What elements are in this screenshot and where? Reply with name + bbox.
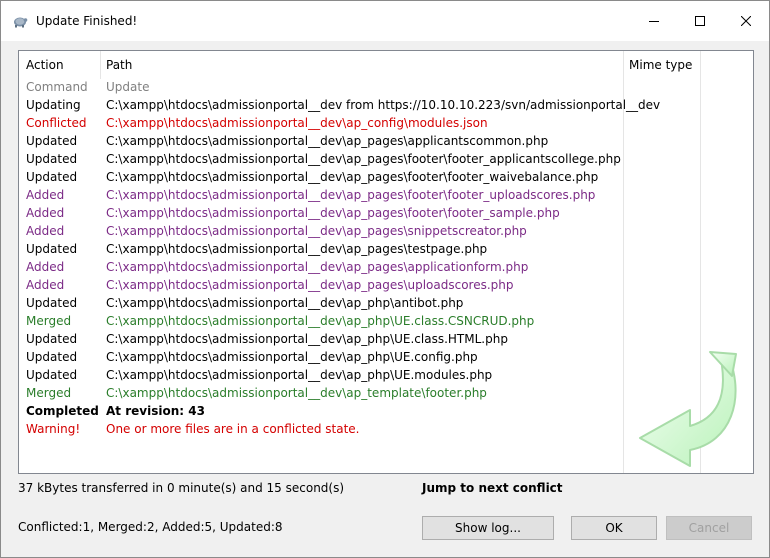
row-action: Merged [26,386,72,400]
row-path: Update [106,80,150,94]
column-divider[interactable] [623,51,624,473]
row-path: C:\xampp\htdocs\admissionportal__dev\ap_… [106,332,508,346]
show-log-button[interactable]: Show log... [422,516,554,540]
row-path: C:\xampp\htdocs\admissionportal__dev\ap_… [106,368,493,382]
ok-button[interactable]: OK [571,516,657,540]
list-item[interactable]: Merged C:\xampp\htdocs\admissionportal__d… [19,385,619,403]
list-item[interactable]: Command Update [19,79,619,97]
list-item[interactable]: Updated C:\xampp\htdocs\admissionportal__… [19,133,619,151]
list-item[interactable]: Updated C:\xampp\htdocs\admissionportal__… [19,367,619,385]
row-action: Updating [26,98,81,112]
ok-label: OK [605,521,623,535]
list-item[interactable]: Updating C:\xampp\htdocs\admissionportal_… [19,97,660,115]
row-action: Updated [26,152,78,166]
minimize-icon [649,21,659,22]
row-path: C:\xampp\htdocs\admissionportal__dev\ap_… [106,224,527,238]
row-path: C:\xampp\htdocs\admissionportal__dev\ap_… [106,242,488,256]
show-log-label: Show log... [455,521,521,535]
list-item[interactable]: Merged C:\xampp\htdocs\admissionportal__d… [19,313,619,331]
list-item[interactable]: Added C:\xampp\htdocs\admissionportal__de… [19,205,619,223]
row-action: Updated [26,134,78,148]
row-action: Added [26,206,65,220]
row-path: C:\xampp\htdocs\admissionportal__dev\ap_… [106,260,529,274]
list-item[interactable]: Added C:\xampp\htdocs\admissionportal__de… [19,277,619,295]
row-action: Added [26,224,65,238]
row-path: At revision: 43 [106,404,205,418]
row-path: C:\xampp\htdocs\admissionportal__dev\ap_… [106,152,621,166]
row-action: Command [26,80,88,94]
list-item[interactable]: Updated C:\xampp\htdocs\admissionportal__… [19,349,619,367]
row-path: C:\xampp\htdocs\admissionportal__dev\ap_… [106,278,514,292]
row-path: C:\xampp\htdocs\admissionportal__dev\ap_… [106,206,560,220]
jump-to-next-conflict-link[interactable]: Jump to next conflict [422,481,563,495]
row-path: C:\xampp\htdocs\admissionportal__dev\ap_… [106,188,596,202]
close-icon [741,16,751,26]
list-item[interactable]: Updated C:\xampp\htdocs\admissionportal__… [19,169,619,187]
column-divider[interactable] [100,51,101,79]
row-path: C:\xampp\htdocs\admissionportal__dev\ap_… [106,116,488,130]
maximize-icon [695,16,705,26]
cancel-button[interactable]: Cancel [666,516,752,540]
row-path: C:\xampp\htdocs\admissionportal__dev\ap_… [106,386,487,400]
row-action: Added [26,278,65,292]
row-path: C:\xampp\htdocs\admissionportal__dev\ap_… [106,314,535,328]
row-path: C:\xampp\htdocs\admissionportal__dev\ap_… [106,170,599,184]
row-action: Updated [26,296,78,310]
row-action: Added [26,188,65,202]
close-button[interactable] [723,1,769,41]
list-item[interactable]: Updated C:\xampp\htdocs\admissionportal__… [19,241,619,259]
column-header-mime-type[interactable]: Mime type [629,58,692,72]
row-path: One or more files are in a conflicted st… [106,422,360,436]
update-arrow-icon [639,351,737,467]
row-action: Updated [26,242,78,256]
transfer-summary: 37 kBytes transferred in 0 minute(s) and… [18,481,345,495]
row-action: Updated [26,332,78,346]
row-action: Completed [26,404,99,418]
column-header-path[interactable]: Path [106,58,132,72]
row-action: Conflicted [26,116,87,130]
tortoisesvn-icon [14,17,28,28]
list-item[interactable]: Conflicted C:\xampp\htdocs\admissionporta… [19,115,619,133]
row-action: Updated [26,350,78,364]
title-bar[interactable]: Update Finished! [1,1,769,41]
row-path: C:\xampp\htdocs\admissionportal__dev\ap_… [106,350,478,364]
update-results-list[interactable]: Action Path Mime type Command Update Updat… [18,50,754,474]
window-title: Update Finished! [36,14,138,28]
maximize-button[interactable] [677,1,723,41]
row-action: Updated [26,170,78,184]
list-item[interactable]: Updated C:\xampp\htdocs\admissionportal__… [19,295,619,313]
list-item[interactable]: Added C:\xampp\htdocs\admissionportal__de… [19,187,619,205]
row-path: C:\xampp\htdocs\admissionportal__dev\ap_… [106,134,549,148]
row-action: Warning! [26,422,81,436]
column-header-action[interactable]: Action [26,58,64,72]
list-header: Action Path Mime type [19,51,753,79]
row-action: Added [26,260,65,274]
cancel-label: Cancel [688,521,730,535]
list-item[interactable]: Warning! One or more files are in a confl… [19,421,619,439]
row-action: Updated [26,368,78,382]
row-path: C:\xampp\htdocs\admissionportal__dev fro… [106,98,661,112]
row-path: C:\xampp\htdocs\admissionportal__dev\ap_… [106,296,464,310]
list-item[interactable]: Updated C:\xampp\htdocs\admissionportal__… [19,331,619,349]
list-item[interactable]: Added C:\xampp\htdocs\admissionportal__de… [19,223,619,241]
list-item[interactable]: Completed At revision: 43 [19,403,619,421]
list-item[interactable]: Added C:\xampp\htdocs\admissionportal__de… [19,259,619,277]
update-finished-dialog: Update Finished! Action Path Mime type C… [0,0,770,558]
change-counts: Conflicted:1, Merged:2, Added:5, Updated… [18,520,283,534]
list-item[interactable]: Updated C:\xampp\htdocs\admissionportal__… [19,151,621,169]
row-action: Merged [26,314,72,328]
minimize-button[interactable] [631,1,677,41]
